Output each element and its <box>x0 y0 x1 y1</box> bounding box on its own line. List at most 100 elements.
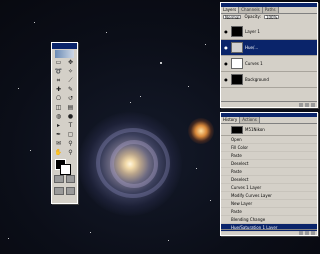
layer-row[interactable]: ● Hue/... <box>221 40 317 56</box>
blend-mode-select[interactable]: Normal <box>223 15 242 20</box>
dodge-icon[interactable]: ● <box>65 113 76 121</box>
brush-icon[interactable]: ✎ <box>65 86 76 94</box>
galaxy-arm <box>110 140 158 188</box>
history-item-label: Fill Color <box>231 145 249 150</box>
history-item[interactable]: Paste <box>221 168 317 176</box>
type-icon[interactable]: T <box>65 122 76 130</box>
path-select-icon[interactable]: ▸ <box>53 122 64 130</box>
star <box>106 32 107 33</box>
history-item[interactable]: Paste <box>221 208 317 216</box>
layers-bottom-bar <box>221 101 317 107</box>
history-item-label: Deselect <box>231 161 249 166</box>
history-brush-icon[interactable]: ↺ <box>65 95 76 103</box>
layer-list: ● Layer 1 ● Hue/... ● Curves 1 ● Background <box>221 24 317 88</box>
layer-name: Curves 1 <box>245 61 263 66</box>
star <box>188 86 189 87</box>
tab-actions[interactable]: Actions <box>240 117 260 123</box>
color-swatches <box>52 159 77 175</box>
history-snapshot[interactable]: M51Nikon <box>221 124 317 136</box>
trash-icon[interactable] <box>311 103 315 107</box>
history-item[interactable]: Deselect <box>221 176 317 184</box>
tab-channels[interactable]: Channels <box>239 7 263 13</box>
layer-row[interactable]: ● Layer 1 <box>221 24 317 40</box>
history-item[interactable]: Deselect <box>221 160 317 168</box>
layer-row[interactable]: ● Curves 1 <box>221 56 317 72</box>
history-palette: History Actions M51Nikon Open Fill Color P… <box>220 112 318 236</box>
screen-mode-full-icon[interactable] <box>65 187 75 195</box>
history-item-label: Open <box>231 137 242 142</box>
star <box>130 102 131 103</box>
tab-layers[interactable]: Layers <box>221 7 240 13</box>
history-item[interactable]: Fill Color <box>221 144 317 152</box>
history-item-label: New Layer <box>231 201 253 206</box>
zoom-icon[interactable]: ⚲ <box>65 149 76 157</box>
new-layer-icon[interactable] <box>299 103 303 107</box>
quick-mask-icon[interactable] <box>65 175 75 183</box>
eyedropper-icon[interactable]: ⚲ <box>65 140 76 148</box>
hand-icon[interactable]: ✋ <box>53 149 64 157</box>
history-item[interactable]: Open <box>221 136 317 144</box>
history-item-label: Curves 1 Layer <box>231 185 262 190</box>
magic-wand-icon[interactable]: ✧ <box>65 68 76 76</box>
opacity-label: Opacity: <box>244 14 261 19</box>
history-item[interactable]: New Layer <box>221 200 317 208</box>
visibility-eye-icon[interactable]: ● <box>223 45 229 51</box>
history-item[interactable]: Curves 1 Layer <box>221 184 317 192</box>
camera-icon[interactable] <box>305 231 309 235</box>
star <box>34 22 35 23</box>
history-item[interactable]: Blending Change <box>221 216 317 224</box>
tab-history[interactable]: History <box>221 117 241 123</box>
trash-icon[interactable] <box>311 231 315 235</box>
opacity-field[interactable]: 100% <box>263 15 280 20</box>
background-color-swatch[interactable] <box>60 164 71 175</box>
visibility-eye-icon[interactable]: ● <box>223 77 229 83</box>
tools-palette[interactable]: ▭ ✥ ➰ ✧ ⌗ ⟋ ✚ ✎ ⎔ ↺ ◫ ▤ ◍ ● ▸ T ✒ ▢ ✉ ⚲ ✋ ⚲ <box>51 42 78 204</box>
history-item-label: Paste <box>231 153 242 158</box>
companion-galaxy <box>188 118 214 144</box>
notes-icon[interactable]: ✉ <box>53 140 64 148</box>
marquee-icon[interactable]: ▭ <box>53 59 64 67</box>
star <box>196 168 197 169</box>
pen-icon[interactable]: ✒ <box>53 131 64 139</box>
standard-mode-icon[interactable] <box>54 175 64 183</box>
crop-icon[interactable]: ⌗ <box>53 77 64 85</box>
history-item[interactable]: Modify Curves Layer <box>221 192 317 200</box>
feather-logo[interactable] <box>55 50 74 58</box>
layer-thumbnail <box>231 58 243 69</box>
history-item-label: Modify Curves Layer <box>231 193 272 198</box>
eraser-icon[interactable]: ◫ <box>53 104 64 112</box>
history-item[interactable]: Paste <box>221 152 317 160</box>
new-document-icon[interactable] <box>299 231 303 235</box>
visibility-eye-icon[interactable]: ● <box>223 61 229 67</box>
tab-paths[interactable]: Paths <box>262 7 279 13</box>
star <box>160 62 162 64</box>
layer-name: Background <box>245 77 269 82</box>
gradient-icon[interactable]: ▤ <box>65 104 76 112</box>
lasso-icon[interactable]: ➰ <box>53 68 64 76</box>
shape-icon[interactable]: ▢ <box>65 131 76 139</box>
snapshot-thumbnail <box>231 125 243 134</box>
snapshot-label: M51Nikon <box>245 127 265 132</box>
move-icon[interactable]: ✥ <box>65 59 76 67</box>
star <box>90 232 91 233</box>
tools-title-bar[interactable] <box>52 43 77 49</box>
layer-name: Hue/... <box>245 45 259 50</box>
star <box>8 238 9 239</box>
history-list: Open Fill Color Paste Deselect Paste Deselect… <box>221 136 317 232</box>
slice-icon[interactable]: ⟋ <box>65 77 76 85</box>
star <box>30 150 31 151</box>
tool-grid: ▭ ✥ ➰ ✧ ⌗ ⟋ ✚ ✎ ⎔ ↺ ◫ ▤ ◍ ● ▸ T ✒ ▢ ✉ ⚲ ✋ ⚲ <box>52 59 77 157</box>
history-item-label: Paste <box>231 169 242 174</box>
screen-mode-standard-icon[interactable] <box>54 187 64 195</box>
blur-icon[interactable]: ◍ <box>53 113 64 121</box>
star <box>168 240 169 241</box>
layer-thumbnail <box>231 42 243 53</box>
stamp-icon[interactable]: ⎔ <box>53 95 64 103</box>
healing-icon[interactable]: ✚ <box>53 86 64 94</box>
layer-thumbnail <box>231 74 243 85</box>
adjustment-layer-icon[interactable] <box>305 103 309 107</box>
visibility-eye-icon[interactable]: ● <box>223 29 229 35</box>
layer-row[interactable]: ● Background <box>221 72 317 88</box>
star <box>210 200 211 201</box>
star <box>140 96 141 97</box>
